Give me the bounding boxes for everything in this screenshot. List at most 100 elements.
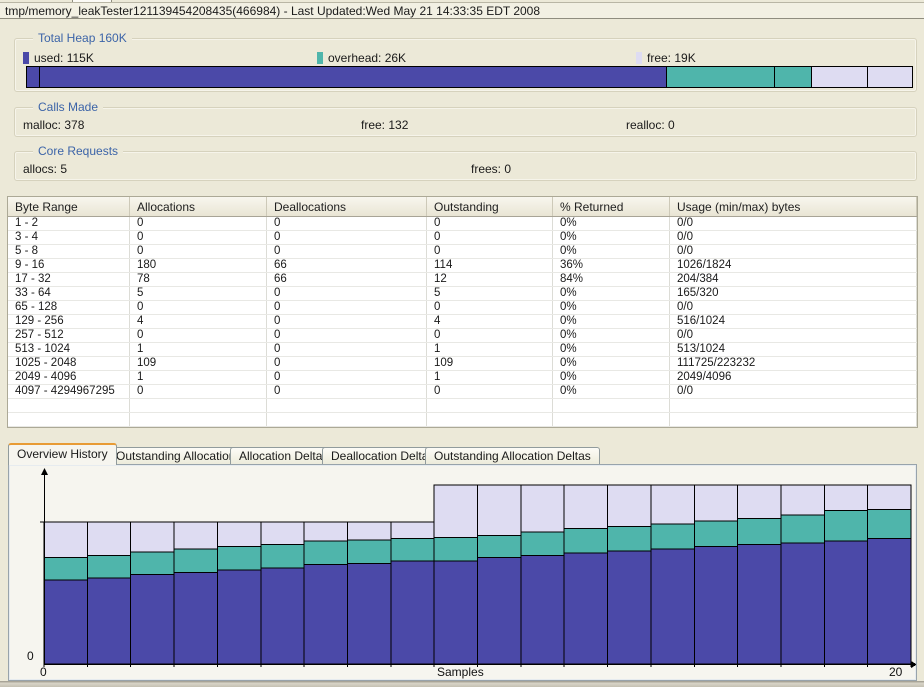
heap-usage-bar	[26, 66, 913, 88]
chart-bar-segment	[347, 540, 390, 563]
chart-bar-segment	[564, 529, 607, 554]
table-row[interactable]: 33 - 645050%165/320	[8, 287, 917, 301]
table-cell: 1025 - 2048	[8, 357, 130, 370]
table-row[interactable]: 129 - 2564040%516/1024	[8, 315, 917, 329]
table-row[interactable]: 1 - 20000%0/0	[8, 217, 917, 231]
chart-bar-segment	[174, 522, 217, 549]
window-bottom-edge	[0, 681, 924, 687]
legend-label: overhead: 26K	[328, 51, 406, 65]
chart-bar-segment	[651, 524, 694, 549]
table-row[interactable]: 5 - 80000%0/0	[8, 245, 917, 259]
table-cell: 5	[427, 287, 553, 300]
table-row[interactable]: 3 - 40000%0/0	[8, 231, 917, 245]
chart-bar-segment	[304, 541, 347, 564]
table-row[interactable]: 9 - 161806611436%1026/1824	[8, 259, 917, 273]
table-cell: 0%	[553, 301, 670, 314]
memory-analysis-window: tmp/memory_leakTester121139454208435(466…	[0, 0, 924, 687]
legend-swatch-icon	[636, 52, 642, 64]
table-cell: 0	[267, 245, 427, 258]
table-cell	[427, 399, 553, 412]
table-cell: 165/320	[670, 287, 917, 300]
chart-bar-segment	[434, 538, 477, 561]
chart-bar-segment	[521, 555, 564, 664]
heap-bar-segment	[774, 67, 811, 87]
stat-value: frees: 0	[471, 162, 511, 176]
chart-bar-segment	[564, 553, 607, 664]
column-header[interactable]: Usage (min/max) bytes	[670, 197, 917, 216]
chart-bar-segment	[217, 522, 260, 547]
table-row[interactable]: 4097 - 42949672950000%0/0	[8, 385, 917, 399]
tab-outstanding-allocations[interactable]: Outstanding Allocations	[107, 447, 250, 465]
table-empty-row	[8, 413, 917, 427]
table-cell	[427, 413, 553, 426]
chart-bar-segment	[824, 485, 867, 511]
table-cell: 0	[427, 329, 553, 342]
calls-made-group: Calls Made malloc: 378free: 132realloc: …	[14, 107, 917, 137]
chart-bar-segment	[391, 539, 434, 561]
table-cell	[553, 413, 670, 426]
table-cell: 4097 - 4294967295	[8, 385, 130, 398]
legend-swatch-icon	[23, 52, 29, 64]
table-body: 1 - 20000%0/03 - 40000%0/05 - 80000%0/09…	[8, 217, 917, 427]
chart-bar-segment	[87, 522, 130, 556]
heap-bar-segment	[39, 67, 666, 87]
table-cell: 66	[267, 273, 427, 286]
y-axis-origin-label: 0	[27, 649, 34, 663]
table-cell: 114	[427, 259, 553, 272]
chart-bar-segment	[44, 558, 87, 580]
table-row[interactable]: 513 - 10241010%513/1024	[8, 343, 917, 357]
chart-bar-segment	[694, 547, 737, 664]
chart-bar-segment	[44, 522, 87, 558]
chart-bar-segment	[261, 568, 304, 664]
chart-bar-segment	[781, 543, 824, 664]
table-row[interactable]: 65 - 1280000%0/0	[8, 301, 917, 315]
table-cell: 0	[427, 245, 553, 258]
stat-value: malloc: 378	[23, 118, 84, 132]
table-row[interactable]: 1025 - 204810901090%111725/223232	[8, 357, 917, 371]
table-cell	[130, 399, 267, 412]
tab-outstanding-allocation-deltas[interactable]: Outstanding Allocation Deltas	[425, 447, 600, 465]
chart-bar-segment	[131, 575, 174, 665]
table-cell: 1	[130, 371, 267, 384]
table-cell	[267, 413, 427, 426]
chart-bar-segment	[87, 578, 130, 664]
chart-bar-segment	[868, 539, 911, 664]
table-cell	[670, 399, 917, 412]
table-cell: 0	[130, 217, 267, 230]
table-cell	[553, 399, 670, 412]
table-cell: 257 - 512	[8, 329, 130, 342]
column-header[interactable]: Byte Range	[8, 197, 130, 216]
table-cell: 0%	[553, 217, 670, 230]
table-cell: 0	[267, 343, 427, 356]
table-cell: 0%	[553, 315, 670, 328]
table-cell	[8, 399, 130, 412]
stat-value: free: 132	[361, 118, 408, 132]
table-cell: 66	[267, 259, 427, 272]
column-header[interactable]: Deallocations	[267, 197, 427, 216]
table-row[interactable]: 2049 - 40961010%2049/4096	[8, 371, 917, 385]
total-heap-title: Total Heap 160K	[33, 31, 132, 45]
column-header[interactable]: % Returned	[553, 197, 670, 216]
chart-bar-segment	[304, 564, 347, 664]
chart-bar-segment	[608, 526, 651, 551]
table-row[interactable]: 257 - 5120000%0/0	[8, 329, 917, 343]
table-cell: 0	[130, 329, 267, 342]
chart-bar-segment	[478, 558, 521, 664]
table-cell: 204/384	[670, 273, 917, 286]
tab-overview-history[interactable]: Overview History	[8, 443, 117, 465]
column-header[interactable]: Outstanding	[427, 197, 553, 216]
chart-bar-segment	[434, 561, 477, 664]
table-cell: 1	[427, 343, 553, 356]
total-heap-group: Total Heap 160K used: 115Koverhead: 26Kf…	[14, 38, 917, 92]
table-header-row: Byte RangeAllocationsDeallocationsOutsta…	[8, 197, 917, 217]
chart-bar-segment	[217, 570, 260, 664]
chart-bar-segment	[781, 515, 824, 543]
chart-bar-segment	[824, 511, 867, 541]
column-header[interactable]: Allocations	[130, 197, 267, 216]
table-row[interactable]: 17 - 3278661284%204/384	[8, 273, 917, 287]
heap-bar-segment	[867, 67, 912, 87]
chart-bar-segment	[261, 544, 304, 567]
table-cell: 0/0	[670, 385, 917, 398]
y-axis-arrow-icon	[41, 468, 48, 475]
table-cell	[130, 413, 267, 426]
